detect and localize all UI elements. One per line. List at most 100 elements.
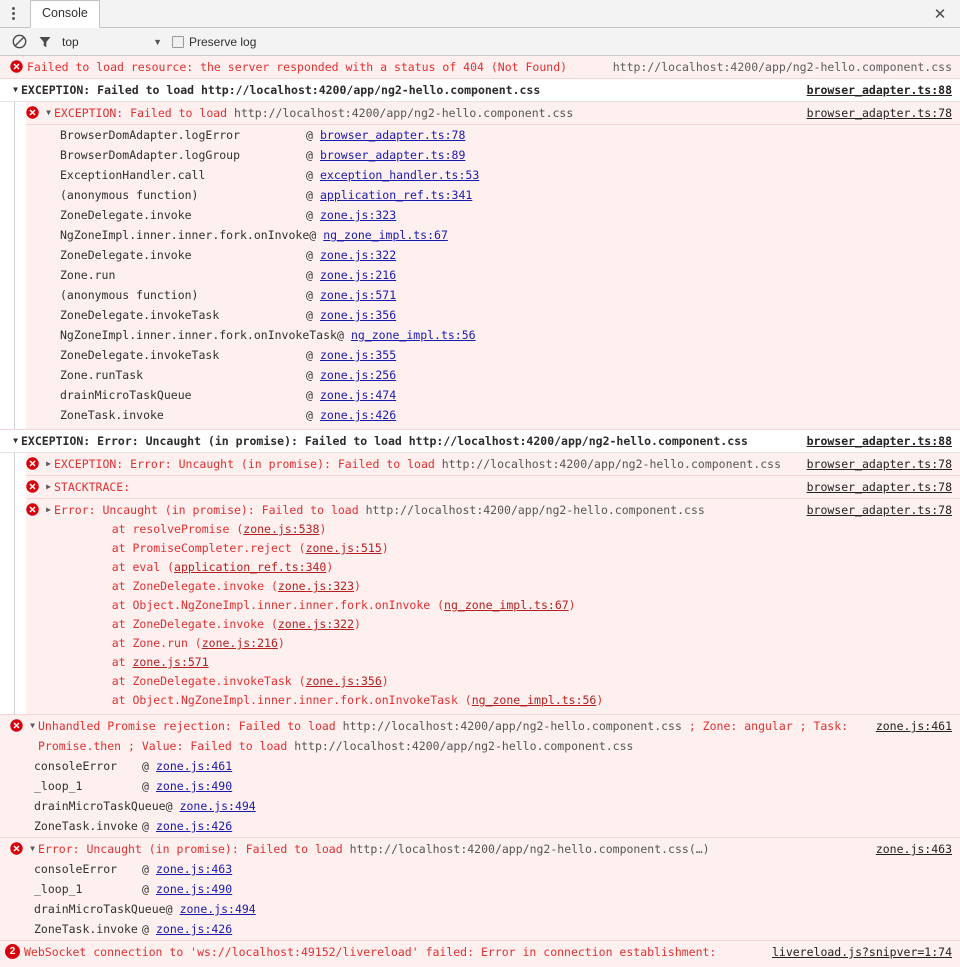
source-link[interactable]: zone.js:463 [876, 842, 952, 856]
collapse-triangle-icon[interactable]: ▼ [10, 80, 21, 99]
collapse-triangle-icon[interactable]: ▼ [10, 431, 21, 450]
stack-frame-location-link[interactable]: zone.js:426 [156, 816, 232, 836]
console-group: ▼ EXCEPTION: Error: Uncaught (in promise… [0, 430, 960, 715]
error-circle-icon [26, 503, 40, 517]
message-text-red: ; Task: [792, 719, 855, 733]
source-link[interactable]: zone.js:461 [876, 719, 952, 733]
funnel-filter-icon[interactable] [32, 29, 58, 55]
stack-frame-at: @ [306, 128, 313, 142]
stack-frame-location-link[interactable]: zone.js:463 [156, 859, 232, 879]
collapse-triangle-icon[interactable]: ▼ [27, 839, 38, 858]
message-source[interactable]: zone.js:463 [876, 839, 960, 859]
console-message-row[interactable]: ▼ Error: Uncaught (in promise): Failed t… [0, 838, 960, 941]
expand-triangle-icon[interactable]: ▶ [43, 454, 54, 473]
message-source[interactable]: browser_adapter.ts:78 [807, 103, 960, 123]
collapse-triangle-icon[interactable]: ▼ [43, 103, 54, 122]
console-message-row[interactable]: ▶ EXCEPTION: Error: Uncaught (in promise… [26, 453, 960, 476]
message-text-url: http://localhost:4200/app/ng2-hello.comp… [294, 739, 634, 753]
preserve-log-toggle[interactable]: Preserve log [172, 35, 256, 49]
preserve-log-checkbox[interactable] [172, 35, 184, 48]
message-text-url: http://localhost:4200/app/ng2-hello.comp… [349, 842, 710, 856]
stack-trace-location-link[interactable]: application_ref.ts:340 [174, 560, 326, 574]
message-text: Error: Uncaught (in promise): Failed to … [38, 839, 876, 859]
group-header-row[interactable]: ▼ EXCEPTION: Failed to load http://local… [0, 79, 960, 102]
message-source[interactable]: browser_adapter.ts:78 [807, 500, 960, 520]
message-source[interactable]: zone.js:461 [876, 716, 960, 736]
group-header-row[interactable]: ▼ EXCEPTION: Error: Uncaught (in promise… [0, 430, 960, 453]
clear-console-icon[interactable] [6, 29, 32, 55]
stack-frame-location-link[interactable]: zone.js:461 [156, 756, 232, 776]
stack-frame-function: _loop_1 [34, 882, 83, 896]
stack-frame-location-link[interactable]: zone.js:322 [320, 245, 396, 265]
source-link[interactable]: browser_adapter.ts:78 [807, 480, 952, 494]
vertical-dots-icon[interactable] [0, 0, 26, 27]
stack-frame-location-link[interactable]: ng_zone_impl.ts:56 [351, 325, 476, 345]
message-source[interactable]: browser_adapter.ts:78 [807, 477, 960, 497]
stack-frame-location-link[interactable]: browser_adapter.ts:78 [320, 125, 465, 145]
stack-frame-location-link[interactable]: zone.js:571 [320, 285, 396, 305]
message-text: EXCEPTION: Failed to load http://localho… [54, 103, 807, 123]
stack-trace-location-link[interactable]: zone.js:515 [306, 541, 382, 555]
message-text-red: Error: Uncaught (in promise): Failed to … [38, 842, 350, 856]
stack-frame-location-link[interactable]: zone.js:356 [320, 305, 396, 325]
stack-trace-line-prefix: at ZoneDelegate.invokeTask ( [84, 674, 306, 688]
message-source[interactable]: browser_adapter.ts:88 [807, 80, 960, 100]
console-group: ▼ EXCEPTION: Failed to load http://local… [0, 79, 960, 430]
stack-frame-location-link[interactable]: browser_adapter.ts:89 [320, 145, 465, 165]
console-message-row[interactable]: ▶ STACKTRACE: browser_adapter.ts:78 [26, 476, 960, 499]
expand-triangle-icon[interactable]: ▶ [43, 500, 54, 519]
stack-frame-location-link[interactable]: zone.js:490 [156, 879, 232, 899]
console-message-row[interactable]: ▶ Error: Uncaught (in promise): Failed t… [26, 499, 960, 714]
execution-context-select[interactable]: top ▼ [62, 35, 170, 49]
source-link[interactable]: livereload.js?snipver=1:74 [772, 945, 952, 959]
stack-frame-location-link[interactable]: zone.js:256 [320, 365, 396, 385]
stack-trace-location-link[interactable]: zone.js:356 [306, 674, 382, 688]
stack-frame-location-link[interactable]: application_ref.ts:341 [320, 185, 472, 205]
console-log-area[interactable]: Failed to load resource: the server resp… [0, 56, 960, 967]
source-link[interactable]: browser_adapter.ts:78 [807, 457, 952, 471]
stack-trace-location-link[interactable]: zone.js:216 [202, 636, 278, 650]
stack-frame-location-link[interactable]: zone.js:490 [156, 776, 232, 796]
message-source[interactable]: browser_adapter.ts:88 [807, 431, 960, 451]
console-message-row[interactable]: Failed to load resource: the server resp… [0, 56, 960, 79]
tab-console[interactable]: Console [30, 0, 100, 28]
stack-frame-location-link[interactable]: zone.js:426 [156, 919, 232, 939]
source-link[interactable]: browser_adapter.ts:78 [807, 106, 952, 120]
stack-trace-line: at Zone.run (zone.js:216) [26, 634, 960, 653]
collapse-triangle-icon[interactable]: ▼ [27, 716, 38, 735]
stack-trace-location-link[interactable]: ng_zone_impl.ts:67 [444, 598, 569, 612]
stack-frame-location-link[interactable]: zone.js:474 [320, 385, 396, 405]
stack-frame-at: @ [165, 799, 173, 813]
stack-frame-location-link[interactable]: zone.js:426 [320, 405, 396, 425]
stack-frame-at: @ [142, 819, 149, 833]
stack-frame-location-link[interactable]: zone.js:494 [180, 899, 256, 919]
source-link[interactable]: browser_adapter.ts:88 [807, 434, 952, 448]
source-link[interactable]: browser_adapter.ts:88 [807, 83, 952, 97]
stack-frame: _loop_1 @ zone.js:490 [0, 879, 960, 899]
stack-frame-location-link[interactable]: zone.js:216 [320, 265, 396, 285]
stack-frame-location-link[interactable]: ng_zone_impl.ts:67 [323, 225, 448, 245]
close-icon[interactable]: ✕ [920, 0, 960, 27]
stack-frame-location-link[interactable]: zone.js:494 [180, 796, 256, 816]
source-link[interactable]: browser_adapter.ts:78 [807, 503, 952, 517]
expand-triangle-icon[interactable]: ▶ [43, 477, 54, 496]
stack-frame-function: Zone.runTask [60, 368, 144, 382]
message-source[interactable]: browser_adapter.ts:78 [807, 454, 960, 474]
stack-frame-function: ZoneDelegate.invoke [60, 248, 192, 262]
stack-trace-location-link[interactable]: ng_zone_impl.ts:56 [472, 693, 597, 707]
stack-trace-location-link[interactable]: zone.js:571 [132, 655, 208, 669]
stack-frame-location-link[interactable]: exception_handler.ts:53 [320, 165, 479, 185]
console-message-row[interactable]: ▼ EXCEPTION: Failed to load http://local… [26, 102, 960, 125]
message-source[interactable]: livereload.js?snipver=1:74 [772, 942, 960, 962]
stack-frame-location-link[interactable]: zone.js:355 [320, 345, 396, 365]
console-message-row[interactable]: 2 WebSocket connection to 'ws://localhos… [0, 941, 960, 967]
stack-frame-location-link[interactable]: zone.js:323 [320, 205, 396, 225]
stack-trace-location-link[interactable]: zone.js:538 [243, 522, 319, 536]
stack-trace-line-suffix: ) [596, 693, 604, 707]
stack-frame: ExceptionHandler.call @ exception_handler.… [26, 165, 960, 185]
stack-trace-line-suffix: ) [568, 598, 576, 612]
stack-trace-location-link[interactable]: zone.js:322 [278, 617, 354, 631]
console-message-row[interactable]: ▼ Unhandled Promise rejection: Failed to… [0, 715, 960, 838]
stack-trace-line-prefix: at PromiseCompleter.reject ( [84, 541, 306, 555]
stack-trace-location-link[interactable]: zone.js:323 [278, 579, 354, 593]
